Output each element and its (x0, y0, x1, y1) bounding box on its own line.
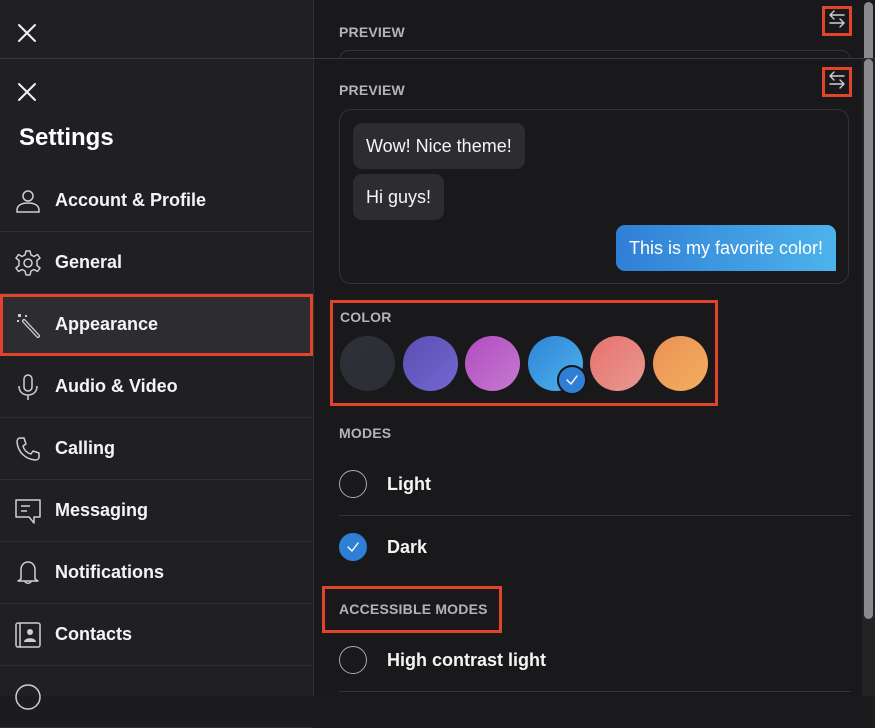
swap-arrows-icon (827, 70, 847, 95)
check-icon (556, 365, 587, 395)
close-icon[interactable] (16, 22, 38, 49)
modes-label: MODES (339, 425, 392, 441)
microphone-icon (14, 373, 42, 401)
mode-label: High contrast light (387, 649, 546, 670)
swap-button[interactable] (822, 67, 852, 97)
person-icon (14, 187, 42, 215)
chat-bubble-incoming: Wow! Nice theme! (353, 123, 525, 169)
sidebar-item-calling[interactable]: Calling (0, 418, 313, 480)
divider (339, 691, 851, 692)
sidebar-item-general[interactable]: General (0, 232, 313, 294)
radio-button[interactable] (339, 470, 367, 498)
sidebar-item-label: Audio & Video (55, 376, 178, 396)
appearance-panel: PREVIEW Wow! Nice theme! Hi guys! This i… (314, 59, 875, 696)
mode-option-high-contrast-light[interactable]: High contrast light (339, 629, 851, 691)
sidebar-item-appearance[interactable]: Appearance (0, 294, 313, 356)
sidebar-item-messaging[interactable]: Messaging (0, 480, 313, 542)
color-swatch-slate[interactable] (340, 336, 395, 391)
sidebar-item-label: Account & Profile (55, 190, 207, 210)
sidebar-item-notifications[interactable]: Notifications (0, 542, 313, 604)
message-icon (14, 497, 42, 525)
color-swatches (340, 336, 716, 395)
close-icon[interactable] (16, 81, 38, 108)
circle-icon (14, 683, 42, 711)
mode-option-light[interactable]: Light (339, 453, 851, 516)
phone-icon (14, 435, 42, 463)
theme-preview: Wow! Nice theme! Hi guys! This is my fav… (339, 109, 849, 284)
sidebar-item-audio-video[interactable]: Audio & Video (0, 356, 313, 418)
magic-wand-icon (14, 311, 42, 339)
preview-label: PREVIEW (339, 24, 405, 40)
sidebar-item-account-profile[interactable]: Account & Profile (0, 170, 313, 232)
color-swatch-blue[interactable] (527, 336, 587, 395)
scrollbar[interactable] (864, 2, 873, 58)
bell-icon (14, 559, 42, 587)
scrollbar[interactable] (864, 59, 873, 619)
check-icon (347, 542, 359, 552)
mode-label: Dark (387, 536, 428, 557)
color-swatch-coral[interactable] (590, 336, 646, 391)
chat-bubble-incoming: Hi guys! (353, 174, 445, 220)
chat-bubble-outgoing: This is my favorite color! (615, 225, 836, 271)
accessible-modes-label: ACCESSIBLE MODES (339, 601, 488, 617)
page-title: Settings (19, 124, 114, 151)
gear-icon (14, 249, 42, 277)
color-swatch-orchid[interactable] (465, 336, 521, 391)
color-swatch-indigo[interactable] (402, 336, 458, 391)
sidebar-item-label: Calling (55, 438, 116, 458)
swap-button[interactable] (822, 6, 852, 36)
settings-nav: Account & Profile General Appearance Aud… (0, 170, 313, 728)
contacts-icon (14, 621, 42, 649)
sidebar-item-label: Appearance (55, 314, 159, 334)
swap-arrows-icon (827, 9, 847, 34)
top-strip-main: PREVIEW (314, 0, 875, 58)
sidebar-item-label: Messaging (55, 500, 149, 520)
preview-box-stub (339, 50, 851, 58)
sidebar-item-more[interactable] (0, 666, 313, 728)
color-label: COLOR (340, 309, 392, 325)
radio-button[interactable] (339, 646, 367, 674)
accessible-modes-header: ACCESSIBLE MODES (322, 586, 502, 633)
sidebar-item-contacts[interactable]: Contacts (0, 604, 313, 666)
color-swatch-orange[interactable] (652, 336, 708, 391)
mode-label: Light (387, 473, 431, 494)
sidebar-item-label: Contacts (55, 624, 133, 644)
sidebar-item-label: Notifications (55, 562, 165, 582)
preview-label: PREVIEW (339, 82, 405, 98)
top-strip: PREVIEW (0, 0, 875, 59)
mode-option-dark[interactable]: Dark (339, 516, 851, 578)
radio-button-checked[interactable] (339, 533, 367, 561)
color-section: COLOR (330, 300, 718, 406)
sidebar: Settings Account & Profile General Appea… (0, 59, 314, 728)
top-strip-sidebar (0, 0, 314, 58)
sidebar-item-label: General (55, 252, 123, 272)
